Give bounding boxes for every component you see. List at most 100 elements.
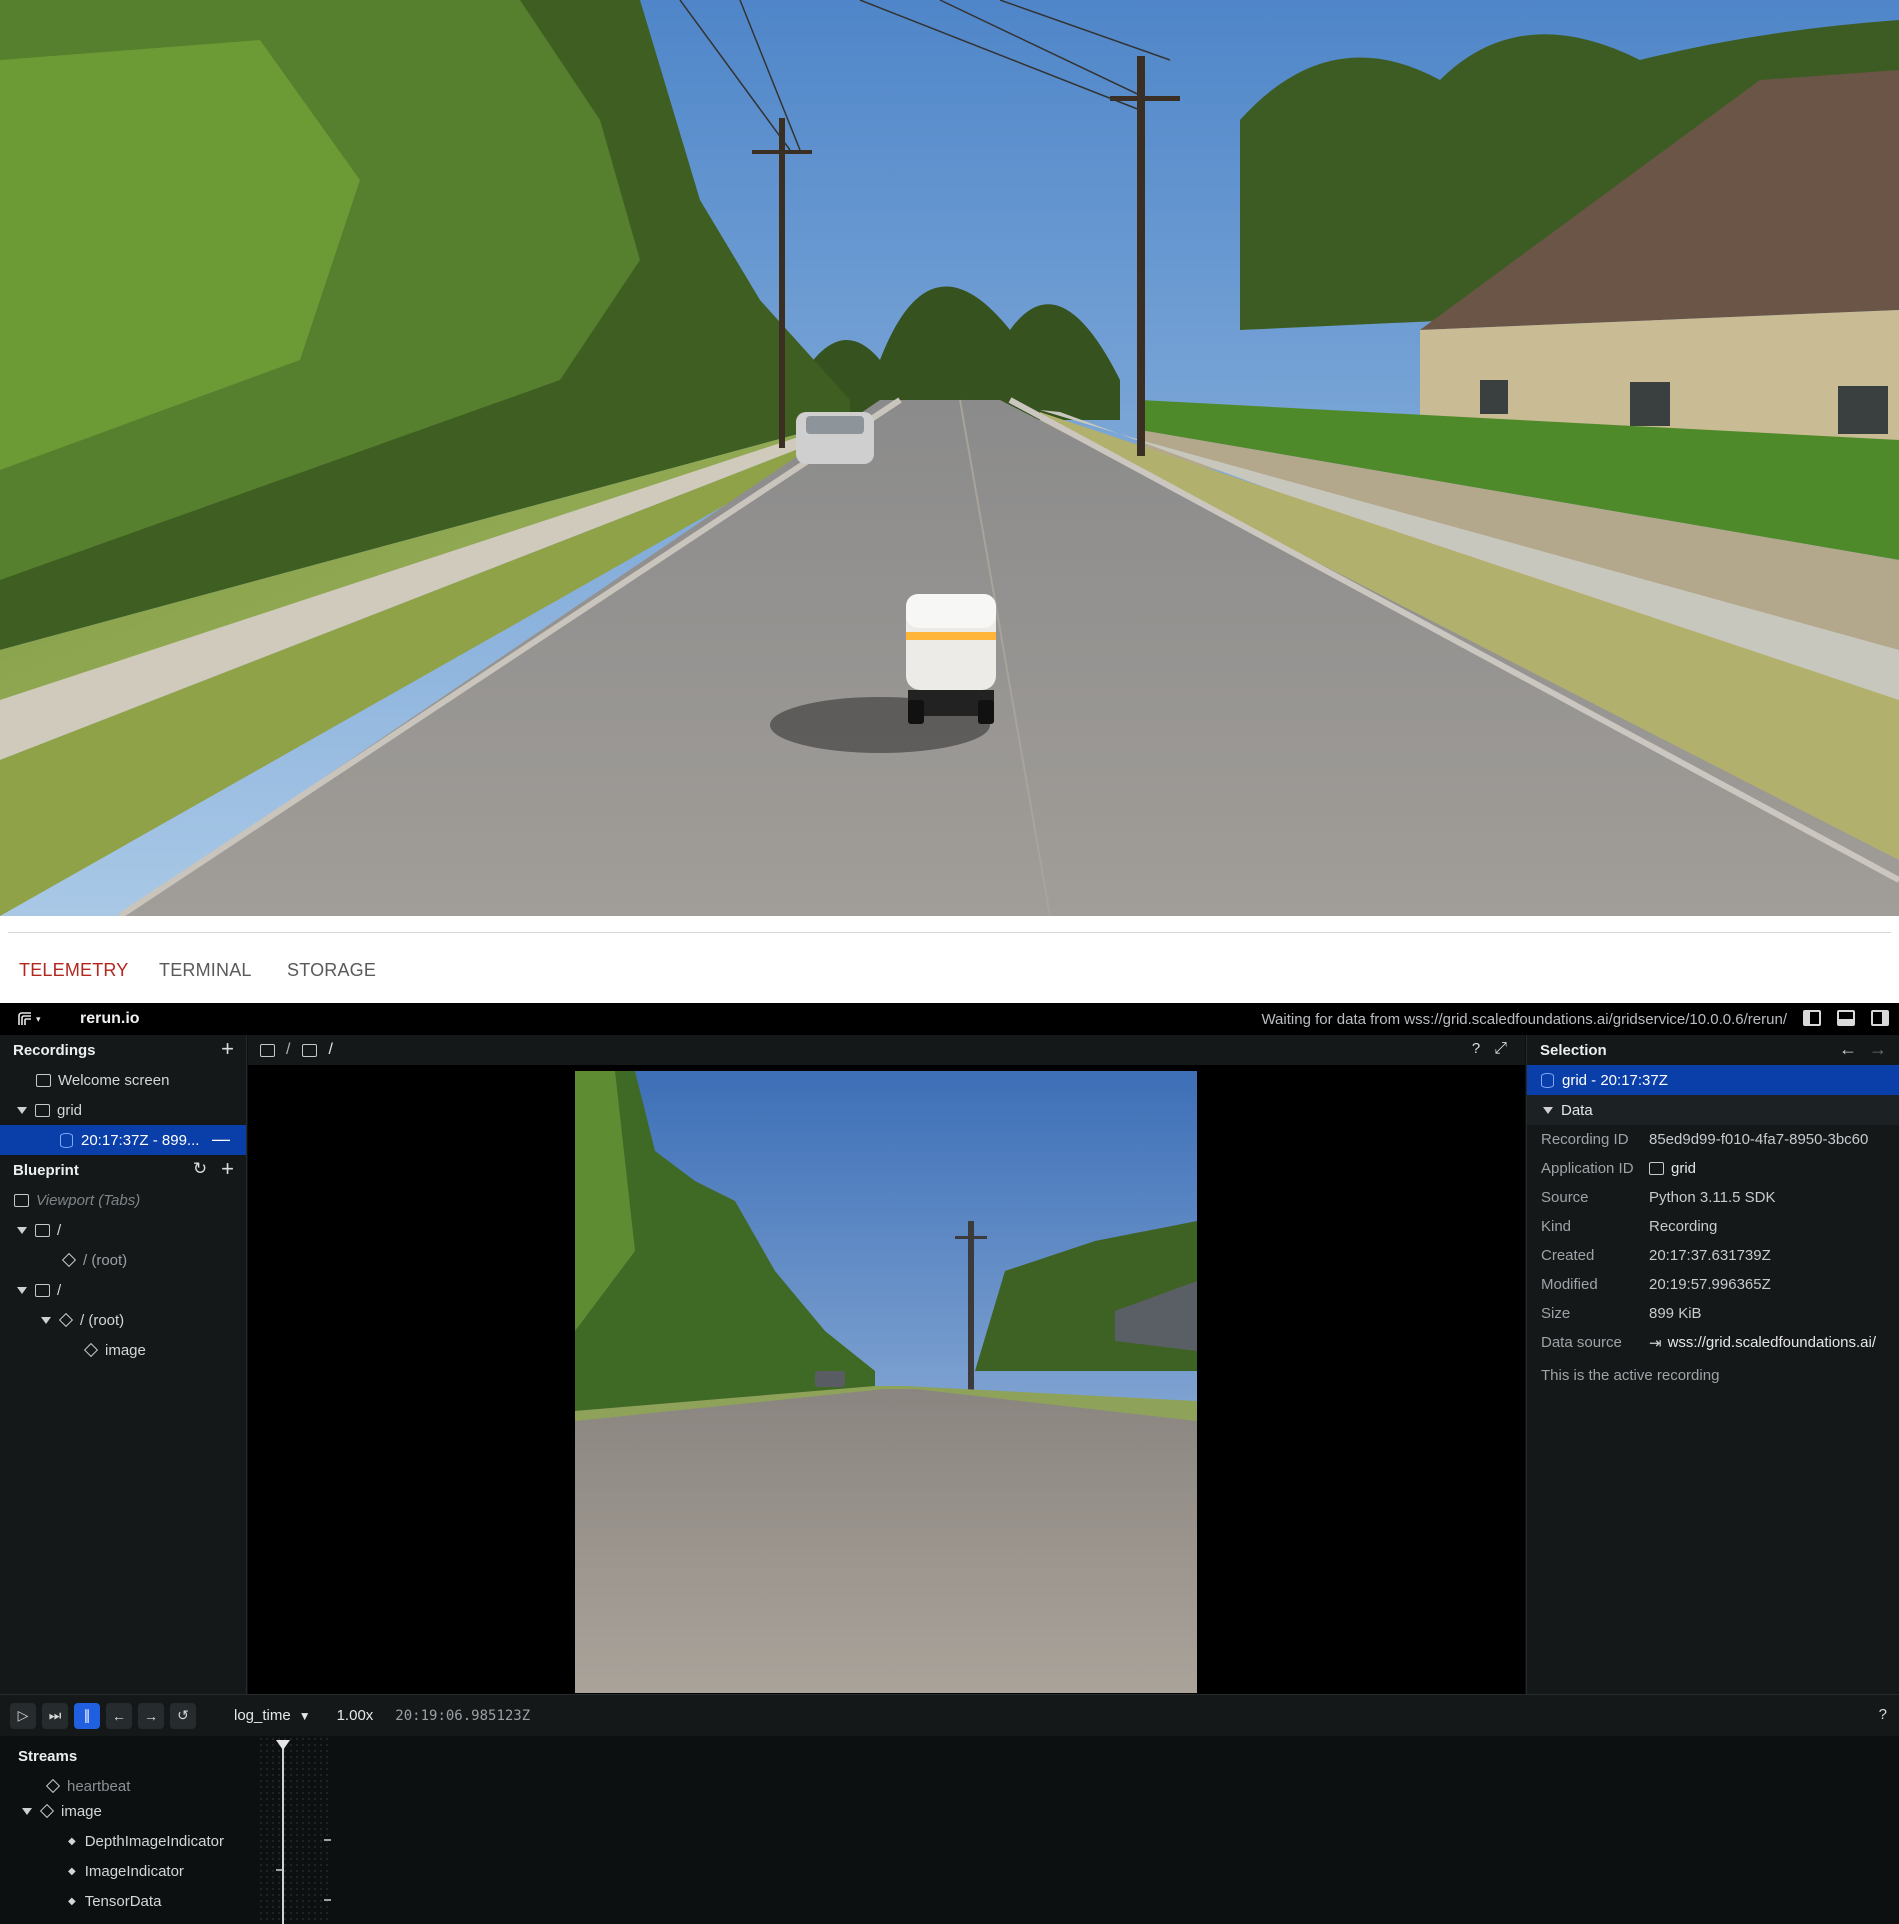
rerun-menu-button[interactable]: ▾ xyxy=(16,1010,46,1028)
blueprint-entity-root[interactable]: / (root) xyxy=(0,1245,246,1275)
time-control-bar: ▷ ⏭ ∥ ← → ↺ log_time ▼ 1.00x 20:19:06.98… xyxy=(0,1694,1899,1736)
streams-title: Streams xyxy=(18,1747,78,1765)
field-source: Source Python 3.11.5 SDK xyxy=(1527,1183,1899,1212)
field-value[interactable]: wss://grid.scaledfoundations.ai/ xyxy=(1668,1334,1876,1351)
connection-status: Waiting for data from wss://grid.scaledf… xyxy=(1261,1011,1787,1028)
stream-label: heartbeat xyxy=(67,1777,131,1795)
blueprint-viewport[interactable]: Viewport (Tabs) xyxy=(0,1185,246,1215)
entity-icon xyxy=(39,1803,55,1819)
follow-button[interactable]: ⏭ xyxy=(42,1702,68,1729)
image-view[interactable] xyxy=(575,1071,1197,1693)
recording-label: Welcome screen xyxy=(58,1071,170,1089)
tab-timeseries-view[interactable]: / xyxy=(260,1041,290,1059)
reset-blueprint-icon[interactable]: ↻ xyxy=(193,1160,207,1178)
pause-icon: ∥ xyxy=(83,1707,91,1723)
stream-image[interactable]: image xyxy=(0,1796,247,1826)
blueprint-view-timeseries[interactable]: / xyxy=(0,1215,246,1245)
tab-storage[interactable]: STORAGE xyxy=(287,960,376,981)
time-cursor[interactable] xyxy=(282,1742,284,1924)
selected-item[interactable]: grid - 20:17:37Z xyxy=(1527,1065,1899,1095)
pause-button[interactable]: ∥ xyxy=(74,1702,100,1729)
tab-telemetry[interactable]: TELEMETRY xyxy=(19,960,129,981)
recording-welcome-screen[interactable]: Welcome screen xyxy=(0,1065,246,1095)
window-icon xyxy=(36,1073,51,1087)
recording-label: 20:17:37Z - 899... xyxy=(81,1131,200,1149)
database-icon xyxy=(1541,1072,1554,1088)
field-key: Source xyxy=(1541,1189,1589,1206)
recording-app-grid[interactable]: grid xyxy=(0,1095,246,1125)
component-icon: ◆ xyxy=(68,1835,76,1847)
field-value: 85ed9d99-f010-4fa7-8950-3bc60 xyxy=(1649,1131,1869,1148)
spatial-2d-view-icon xyxy=(302,1043,318,1057)
toggle-left-panel-icon[interactable] xyxy=(1803,1010,1821,1026)
maximize-icon[interactable]: ⤢ xyxy=(1494,1040,1507,1058)
field-key: Kind xyxy=(1541,1218,1572,1235)
field-value: 20:17:37.631739Z xyxy=(1649,1247,1771,1264)
caret-down-icon[interactable] xyxy=(17,1286,27,1294)
selected-item-label: grid - 20:17:37Z xyxy=(1562,1071,1668,1089)
blueprint-entity-root[interactable]: / (root) xyxy=(0,1305,246,1335)
caret-down-icon[interactable] xyxy=(17,1226,27,1234)
app-name: rerun.io xyxy=(80,1010,140,1027)
viewport-label: Viewport (Tabs) xyxy=(36,1191,141,1209)
stream-component[interactable]: ◆ DepthImageIndicator xyxy=(0,1826,247,1856)
add-recording-icon[interactable]: + xyxy=(221,1038,234,1060)
field-key: Recording ID xyxy=(1541,1131,1629,1148)
step-forward-button[interactable]: → xyxy=(138,1702,164,1729)
selection-panel: Selection ← → grid - 20:17:37Z Data Reco… xyxy=(1526,1035,1899,1694)
help-icon[interactable]: ? xyxy=(1879,1706,1887,1723)
arrow-left-icon: ← xyxy=(112,1707,126,1724)
help-icon[interactable]: ? xyxy=(1472,1040,1480,1058)
entity-label: / (root) xyxy=(83,1251,128,1269)
blueprint-entity-image[interactable]: image xyxy=(0,1335,246,1365)
field-modified: Modified 20:19:57.996365Z xyxy=(1527,1270,1899,1299)
stream-label: DepthImageIndicator xyxy=(84,1832,224,1850)
timeline-area[interactable] xyxy=(248,1736,1899,1924)
forward-arrow-icon[interactable]: → xyxy=(1869,1039,1887,1060)
entity-icon xyxy=(61,1252,77,1268)
rerun-logo-icon xyxy=(18,1012,31,1025)
blueprint-header: Blueprint ↻ + xyxy=(0,1155,246,1185)
field-value[interactable]: grid xyxy=(1671,1160,1696,1177)
streams-panel: Streams heartbeat image ◆ DepthImageIndi… xyxy=(0,1736,247,1924)
toggle-bottom-panel-icon[interactable] xyxy=(1837,1010,1855,1026)
loop-button[interactable]: ↺ xyxy=(170,1702,196,1729)
toggle-right-panel-icon[interactable] xyxy=(1871,1010,1889,1026)
playback-speed[interactable]: 1.00x xyxy=(337,1707,374,1724)
timeline-selector[interactable]: log_time ▼ xyxy=(234,1707,311,1724)
timeseries-view-icon xyxy=(260,1043,275,1057)
entity-icon xyxy=(58,1312,74,1328)
caret-down-icon[interactable] xyxy=(17,1106,27,1114)
caret-down-icon[interactable] xyxy=(41,1316,51,1324)
recording-item-active[interactable]: 20:17:37Z - 899... — xyxy=(0,1125,246,1155)
timeline-data-density xyxy=(258,1736,328,1924)
database-icon xyxy=(60,1132,73,1148)
field-kind: Kind Recording xyxy=(1527,1212,1899,1241)
timeline-marker xyxy=(324,1839,331,1841)
selection-title: Selection xyxy=(1540,1041,1607,1059)
recording-label: grid xyxy=(57,1101,83,1119)
stream-label: ImageIndicator xyxy=(84,1862,184,1880)
stream-heartbeat[interactable]: heartbeat xyxy=(0,1776,247,1796)
tab-label: / xyxy=(286,1041,291,1058)
chevron-down-icon: ▾ xyxy=(36,1013,41,1024)
recordings-header: Recordings + xyxy=(0,1035,246,1065)
caret-down-icon[interactable] xyxy=(22,1807,32,1815)
field-value: Recording xyxy=(1649,1218,1718,1235)
back-arrow-icon[interactable]: ← xyxy=(1839,1039,1857,1060)
data-section-header[interactable]: Data xyxy=(1527,1095,1899,1125)
add-view-icon[interactable]: + xyxy=(221,1158,234,1180)
tab-terminal[interactable]: TERMINAL xyxy=(159,960,252,981)
stream-component[interactable]: ◆ ImageIndicator xyxy=(0,1856,247,1886)
play-button[interactable]: ▷ xyxy=(10,1702,36,1729)
tab-bar: TELEMETRY TERMINAL STORAGE xyxy=(0,916,1899,1003)
close-recording-icon[interactable]: — xyxy=(212,1129,230,1150)
caret-down-icon[interactable] xyxy=(1543,1106,1553,1114)
blueprint-view-2d[interactable]: / xyxy=(0,1275,246,1305)
component-icon: ◆ xyxy=(68,1865,76,1877)
time-cursor-handle[interactable] xyxy=(276,1740,290,1750)
stream-component[interactable]: ◆ TensorData xyxy=(0,1886,247,1916)
tab-2d-view[interactable]: / xyxy=(302,1041,333,1059)
step-back-button[interactable]: ← xyxy=(106,1702,132,1729)
timeseries-view-icon xyxy=(35,1223,50,1237)
